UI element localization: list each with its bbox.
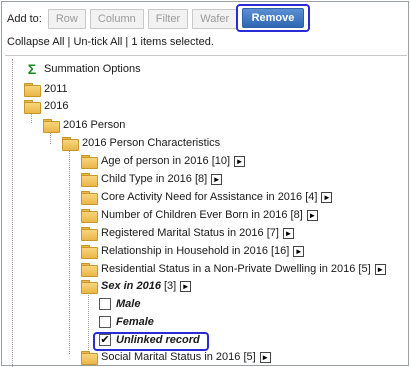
tree-node-social-marital[interactable]: Social Marital Status in 2016 [5] ► — [81, 349, 271, 365]
tree-node-relationship[interactable]: Relationship in Household in 2016 [16] ► — [81, 243, 305, 259]
folder-icon — [81, 154, 98, 169]
expand-arrow-icon[interactable]: ► — [282, 227, 294, 239]
summation-label: Summation Options — [44, 63, 141, 75]
tree-node-core-activity[interactable]: Core Activity Need for Assistance in 201… — [81, 189, 333, 205]
separator: | — [122, 36, 132, 48]
option-label: Female — [116, 316, 154, 328]
node-label: Number of Children Ever Born in 2016 [8] — [101, 209, 303, 221]
node-count: [3] — [164, 280, 177, 292]
node-label: 2011 — [44, 83, 68, 95]
node-label: Age of person in 2016 [10] — [101, 155, 231, 167]
node-label: Core Activity Need for Assistance in 201… — [101, 191, 318, 203]
folder-icon — [24, 99, 41, 114]
option-label: Male — [116, 298, 141, 310]
expand-arrow-icon[interactable]: ► — [306, 209, 318, 221]
expand-arrow-icon[interactable]: ► — [321, 191, 333, 203]
tree-node-child-type[interactable]: Child Type in 2016 [8] ► — [81, 171, 223, 187]
remove-highlight: Remove — [236, 4, 310, 32]
summation-options[interactable]: Σ Summation Options — [24, 61, 141, 77]
tree-node-registered-marital[interactable]: Registered Marital Status in 2016 [7] ► — [81, 225, 294, 241]
checkbox[interactable] — [99, 298, 111, 310]
divider — [5, 55, 407, 56]
row-button[interactable]: Row — [47, 9, 86, 29]
folder-icon — [81, 172, 98, 187]
node-label: Sex in 2016 — [101, 280, 161, 292]
tree-node-2016[interactable]: 2016 — [24, 98, 68, 114]
tree-node-2016-person[interactable]: 2016 Person — [43, 117, 125, 133]
expand-arrow-icon[interactable]: ► — [293, 245, 305, 257]
untick-all-link[interactable]: Un-tick All — [73, 36, 122, 48]
expand-arrow-icon[interactable]: ► — [234, 155, 246, 167]
node-label: 2016 — [44, 100, 69, 112]
node-label: 2016 Person Characteristics — [82, 137, 221, 149]
tree-line — [12, 59, 13, 367]
tree-node-children-born[interactable]: Number of Children Ever Born in 2016 [8]… — [81, 207, 318, 223]
folder-icon — [24, 82, 41, 97]
folder-icon — [62, 136, 79, 151]
wafer-button[interactable]: Wafer — [192, 9, 238, 29]
expand-arrow-icon[interactable]: ► — [259, 351, 271, 363]
folder-icon — [81, 208, 98, 223]
node-label: Relationship in Household in 2016 [16] — [101, 245, 290, 257]
folder-icon — [81, 244, 98, 259]
tree-node-2011[interactable]: 2011 — [24, 81, 68, 97]
folder-icon — [81, 279, 98, 294]
option-male[interactable]: Male — [99, 296, 140, 312]
node-label: 2016 Person — [63, 119, 126, 131]
filter-button[interactable]: Filter — [147, 9, 189, 29]
checkbox[interactable] — [99, 316, 111, 328]
unlinked-record-highlight — [93, 332, 209, 351]
selected-count: 1 items selected. — [131, 36, 214, 48]
tree-actions: Collapse All | Un-tick All | 1 items sel… — [7, 36, 214, 48]
folder-icon — [43, 118, 60, 133]
remove-button[interactable]: Remove — [242, 8, 304, 28]
folder-icon — [81, 350, 98, 365]
tree-node-sex[interactable]: Sex in 2016 [3] ► — [81, 278, 192, 294]
tree-node-person-characteristics[interactable]: 2016 Person Characteristics — [62, 135, 220, 151]
expand-arrow-icon[interactable]: ► — [180, 280, 192, 292]
node-label: Registered Marital Status in 2016 [7] — [101, 227, 279, 239]
collapse-all-link[interactable]: Collapse All — [7, 36, 64, 48]
variable-tree: Σ Summation Options 2011 2016 2016 Perso… — [2, 59, 410, 367]
folder-icon — [81, 226, 98, 241]
tree-node-age[interactable]: Age of person in 2016 [10] ► — [81, 153, 246, 169]
tree-line — [69, 144, 70, 354]
node-label: Residential Status in a Non-Private Dwel… — [101, 263, 371, 275]
summation-icon: Σ — [27, 61, 37, 77]
node-label: Social Marital Status in 2016 [5] — [101, 351, 256, 363]
table-builder-panel: Add to: Row Column Filter Wafer Remove C… — [1, 1, 410, 367]
tree-line — [88, 295, 89, 350]
add-to-label: Add to: — [7, 13, 42, 25]
option-female[interactable]: Female — [99, 314, 154, 330]
folder-icon — [81, 190, 98, 205]
tree-node-residential-status[interactable]: Residential Status in a Non-Private Dwel… — [81, 261, 386, 277]
node-label: Child Type in 2016 [8] — [101, 173, 208, 185]
expand-arrow-icon[interactable]: ► — [211, 173, 223, 185]
expand-arrow-icon[interactable]: ► — [374, 263, 386, 275]
add-to-toolbar: Add to: Row Column Filter Wafer — [7, 8, 250, 30]
column-button[interactable]: Column — [89, 9, 144, 29]
folder-icon — [81, 262, 98, 277]
